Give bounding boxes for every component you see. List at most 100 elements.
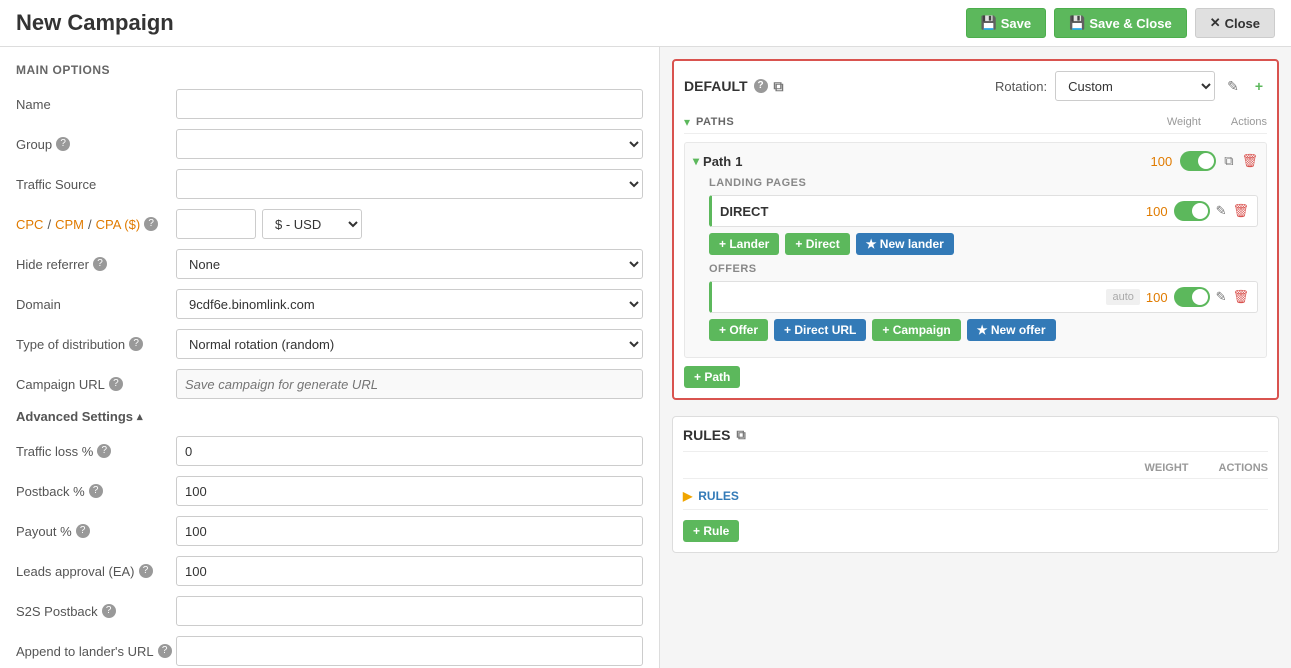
default-help-icon: ? — [754, 79, 768, 93]
add-direct-button[interactable]: + Direct — [785, 233, 849, 255]
path-delete-icon[interactable]: 🗑 — [1241, 153, 1258, 169]
offer-edit-icon[interactable]: ✎ — [1216, 289, 1227, 305]
offers-title: OFFERS — [709, 263, 1258, 275]
domain-label: Domain — [16, 297, 176, 312]
offer-btn-row: + Offer + Direct URL + Campaign ★ New of… — [709, 319, 1258, 341]
payout-label: Payout % ? — [16, 524, 176, 539]
traffic-loss-row: Traffic loss % ? — [16, 436, 643, 466]
hide-referrer-row: Hide referrer ? None — [16, 249, 643, 279]
payout-input[interactable] — [176, 516, 643, 546]
save-close-icon: 💾 — [1069, 15, 1085, 31]
default-box: DEFAULT ? ⧉ Rotation: Custom ✎ + — [672, 59, 1279, 400]
add-rule-button[interactable]: + Rule — [683, 520, 739, 542]
traffic-source-select[interactable] — [176, 169, 643, 199]
append-lander-label: Append to lander's URL ? — [16, 644, 176, 659]
lander-name: DIRECT — [720, 204, 768, 219]
direct-url-button[interactable]: + Direct URL — [774, 319, 866, 341]
cpc-row: CPC / CPM / CPA ($) ? $ - USD — [16, 209, 643, 239]
paths-title-area: ▾ PATHS — [684, 115, 734, 129]
path-copy-icon[interactable]: ⧉ — [1224, 153, 1233, 169]
new-lander-button[interactable]: ★ New lander — [856, 233, 954, 255]
cpc-input[interactable] — [176, 209, 256, 239]
campaign-url-help-icon: ? — [109, 377, 123, 391]
rules-header-row: RULES ⧉ — [683, 427, 1268, 443]
rotation-add-icon[interactable]: + — [1251, 76, 1267, 96]
lander-actions: 100 ✎ 🗑 — [1146, 201, 1249, 221]
cpm-link[interactable]: CPM — [55, 217, 84, 232]
paths-chevron-icon: ▾ — [684, 115, 690, 129]
main-content: MAIN OPTIONS Name Group ? — [0, 47, 1291, 668]
rules-row-content: ▶ RULES — [683, 489, 739, 503]
type-distribution-select[interactable]: Normal rotation (random) — [176, 329, 643, 359]
campaign-url-input[interactable] — [176, 369, 643, 399]
traffic-loss-help-icon: ? — [97, 444, 111, 458]
close-button[interactable]: ✕ Close — [1195, 8, 1275, 38]
advanced-settings-toggle[interactable]: Advanced Settings ▴ — [16, 409, 643, 424]
weight-col-label: Weight — [1167, 116, 1201, 128]
campaign-url-control — [176, 369, 643, 399]
traffic-source-control — [176, 169, 643, 199]
add-campaign-button[interactable]: + Campaign — [872, 319, 960, 341]
lander-toggle[interactable] — [1174, 201, 1210, 221]
postback-input[interactable] — [176, 476, 643, 506]
rules-row[interactable]: ▶ RULES — [683, 483, 1268, 510]
domain-control: 9cdf6e.binomlink.com — [176, 289, 643, 319]
save-close-button[interactable]: 💾 Save & Close — [1054, 8, 1187, 38]
add-path-button[interactable]: + Path — [684, 366, 740, 388]
leads-approval-help-icon: ? — [139, 564, 153, 578]
rotation-select[interactable]: Custom — [1055, 71, 1215, 101]
header-buttons: 💾 Save 💾 Save & Close ✕ Close — [966, 8, 1275, 38]
copy-icon[interactable]: ⧉ — [774, 78, 784, 95]
s2s-postback-input[interactable] — [176, 596, 643, 626]
path-toggle[interactable] — [1180, 151, 1216, 171]
add-lander-button[interactable]: + Lander — [709, 233, 779, 255]
cpc-link[interactable]: CPC — [16, 217, 43, 232]
actions-col-label: Actions — [1231, 116, 1267, 128]
type-distribution-row: Type of distribution ? Normal rotation (… — [16, 329, 643, 359]
traffic-loss-label: Traffic loss % ? — [16, 444, 176, 459]
rules-table-header: Weight Actions — [683, 458, 1268, 479]
lander-edit-icon[interactable]: ✎ — [1216, 203, 1227, 219]
rules-actions-col: Actions — [1219, 462, 1269, 474]
offer-toggle[interactable] — [1174, 287, 1210, 307]
leads-approval-input[interactable] — [176, 556, 643, 586]
name-input[interactable] — [176, 89, 643, 119]
append-lander-control — [176, 636, 643, 666]
path-chevron-icon: ▾ — [693, 154, 699, 168]
group-control — [176, 129, 643, 159]
cpa-link[interactable]: CPA ($) — [96, 217, 141, 232]
offer-delete-icon[interactable]: 🗑 — [1232, 289, 1249, 305]
campaign-url-row: Campaign URL ? — [16, 369, 643, 399]
rules-label: RULES ⧉ — [683, 427, 746, 443]
rotation-edit-icon[interactable]: ✎ — [1223, 76, 1243, 97]
page-wrapper: New Campaign 💾 Save 💾 Save & Close ✕ Clo… — [0, 0, 1291, 668]
traffic-source-label: Traffic Source — [16, 177, 176, 192]
leads-approval-label: Leads approval (EA) ? — [16, 564, 176, 579]
rules-weight-col: Weight — [1145, 462, 1189, 474]
right-panel: DEFAULT ? ⧉ Rotation: Custom ✎ + — [660, 47, 1291, 668]
rules-box: RULES ⧉ Weight Actions ▶ — [672, 416, 1279, 553]
currency-select[interactable]: $ - USD — [262, 209, 362, 239]
s2s-postback-row: S2S Postback ? — [16, 596, 643, 626]
postback-label: Postback % ? — [16, 484, 176, 499]
s2s-postback-help-icon: ? — [102, 604, 116, 618]
add-offer-button[interactable]: + Offer — [709, 319, 768, 341]
default-label: DEFAULT ? ⧉ — [684, 78, 784, 95]
hide-referrer-select[interactable]: None — [176, 249, 643, 279]
paths-header: ▾ PATHS Weight Actions — [684, 111, 1267, 134]
rotation-row: Rotation: Custom ✎ + — [995, 71, 1267, 101]
rules-cols: Weight Actions — [1145, 462, 1269, 474]
save-button[interactable]: 💾 Save — [966, 8, 1047, 38]
new-offer-button[interactable]: ★ New offer — [967, 319, 1056, 341]
group-select[interactable] — [176, 129, 643, 159]
domain-row: Domain 9cdf6e.binomlink.com — [16, 289, 643, 319]
type-distribution-label: Type of distribution ? — [16, 337, 176, 352]
rules-copy-icon[interactable]: ⧉ — [736, 427, 745, 443]
name-row: Name — [16, 89, 643, 119]
domain-select[interactable]: 9cdf6e.binomlink.com — [176, 289, 643, 319]
rules-chevron-icon: ▶ — [683, 489, 692, 503]
lander-delete-icon[interactable]: 🗑 — [1232, 203, 1249, 219]
left-panel: MAIN OPTIONS Name Group ? — [0, 47, 660, 668]
append-lander-input[interactable] — [176, 636, 643, 666]
traffic-loss-input[interactable] — [176, 436, 643, 466]
